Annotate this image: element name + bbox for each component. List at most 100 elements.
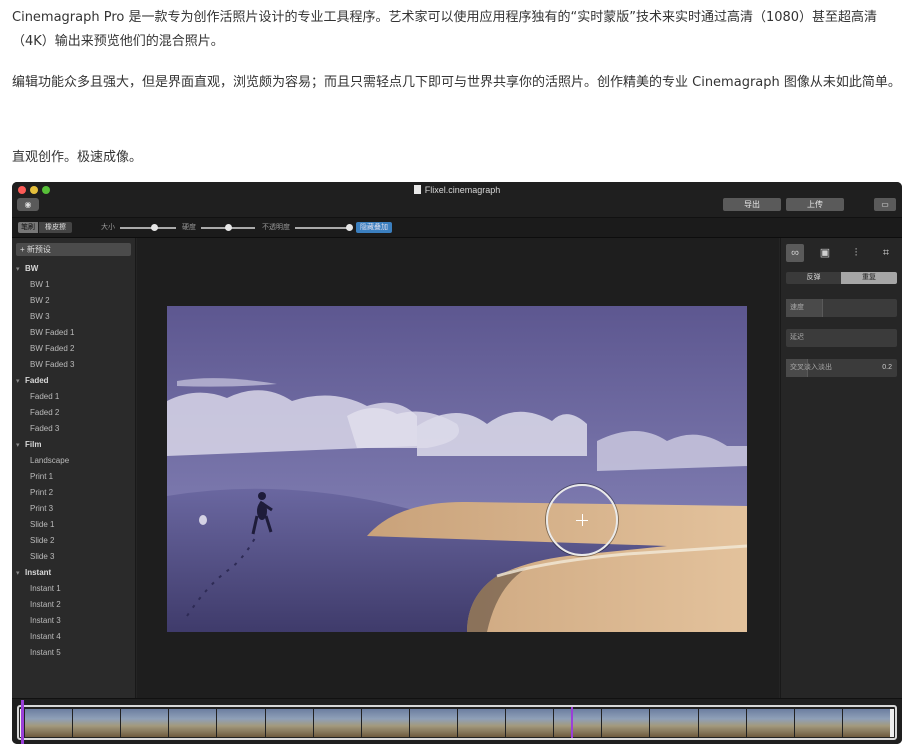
timeline-frame bbox=[25, 709, 73, 737]
chevron-down-icon[interactable]: ▾ bbox=[16, 374, 25, 390]
camera-icon: ◉ bbox=[24, 200, 32, 209]
timeline-frame bbox=[121, 709, 169, 737]
preset-item[interactable]: BW Faded 3 bbox=[12, 357, 136, 373]
chevron-down-icon[interactable]: ▾ bbox=[16, 438, 25, 454]
brush-toolbar: 笔刷 橡皮擦 大小 硬度 不透明度 隐藏叠加 bbox=[12, 218, 902, 238]
timeline-frame bbox=[650, 709, 698, 737]
export-button[interactable]: 导出 bbox=[723, 198, 781, 211]
playhead[interactable] bbox=[570, 707, 573, 738]
opacity-slider-knob[interactable] bbox=[345, 224, 353, 231]
crossfade-value: 0.2 bbox=[882, 364, 892, 371]
preset-item[interactable]: Slide 2 bbox=[12, 533, 136, 549]
timeline-frame bbox=[746, 709, 794, 737]
preset-group-label: BW bbox=[25, 264, 39, 273]
cinemagraph-photo[interactable] bbox=[167, 306, 747, 632]
timeline-frame bbox=[361, 709, 409, 737]
timeline-frame bbox=[554, 709, 602, 737]
preset-item[interactable]: Instant 4 bbox=[12, 629, 136, 645]
preset-group-bw[interactable]: ▾ BW bbox=[12, 261, 136, 277]
tagline-paragraph: 直观创作。极速成像。 bbox=[12, 150, 143, 165]
preset-sidebar: + 新预设 ▾ BW BW 1 BW 2 BW 3 BW Faded 1 BW Faded … bbox=[12, 238, 136, 698]
preset-item[interactable]: Slide 3 bbox=[12, 549, 136, 565]
preset-item[interactable]: Landscape bbox=[12, 453, 136, 469]
speed-slider[interactable]: 速度 bbox=[786, 299, 897, 317]
intro-paragraph: Cinemagraph Pro 是一款专为创作活照片设计的专业工具程序。艺术家可… bbox=[12, 10, 878, 49]
size-slider[interactable] bbox=[120, 227, 176, 229]
preset-item[interactable]: BW 1 bbox=[12, 277, 136, 293]
timeline-frame bbox=[842, 709, 890, 737]
delay-slider[interactable]: 延迟 bbox=[786, 329, 897, 347]
title-bar: Flixel.cinemagraph ◉ 导出 上传 ▭ bbox=[12, 182, 902, 218]
preset-item[interactable]: Print 1 bbox=[12, 469, 136, 485]
crop-icon[interactable]: ⌗ bbox=[877, 244, 895, 262]
preset-item[interactable]: Instant 3 bbox=[12, 613, 136, 629]
preset-group-film[interactable]: ▾ Film bbox=[12, 437, 136, 453]
features-paragraph: 编辑功能众多且强大，但是界面直观，浏览颇为容易；而且只需轻点几下即可与世界共享你… bbox=[12, 75, 901, 90]
loop-icon[interactable]: ∞ bbox=[786, 244, 804, 262]
preset-group-label: Instant bbox=[25, 568, 52, 577]
timeline-frame bbox=[457, 709, 506, 737]
opacity-slider[interactable] bbox=[295, 227, 349, 229]
repeat-mode-button[interactable]: 重复 bbox=[841, 272, 897, 284]
timeline[interactable] bbox=[12, 698, 902, 744]
preset-item[interactable]: Print 3 bbox=[12, 501, 136, 517]
preset-list: ▾ BW BW 1 BW 2 BW 3 BW Faded 1 BW Faded 2 BW Fa… bbox=[12, 261, 136, 661]
image-icon[interactable]: ▣ bbox=[816, 244, 834, 262]
preset-item[interactable]: BW 3 bbox=[12, 309, 136, 325]
timeline-frame bbox=[602, 709, 650, 737]
timeline-frame bbox=[169, 709, 217, 737]
preset-item[interactable]: BW 2 bbox=[12, 293, 136, 309]
loop-settings-panel: ∞ ▣ ⫶ ⌗ 反弹 重复 速度 延迟 交叉淡入淡出 0.2 bbox=[780, 238, 902, 698]
chevron-down-icon[interactable]: ▾ bbox=[16, 262, 25, 278]
hardness-slider-knob[interactable] bbox=[224, 224, 232, 231]
size-label: 大小 bbox=[101, 224, 115, 231]
preset-item[interactable]: BW Faded 1 bbox=[12, 325, 136, 341]
panel-layout-icon: ▭ bbox=[881, 200, 889, 209]
preset-item[interactable]: Faded 3 bbox=[12, 421, 136, 437]
preset-group-label: Film bbox=[25, 440, 42, 449]
panel-toggle-button[interactable]: ▭ bbox=[874, 198, 896, 211]
timeline-strip[interactable] bbox=[17, 705, 897, 740]
chevron-down-icon[interactable]: ▾ bbox=[16, 566, 25, 582]
preset-item[interactable]: Instant 1 bbox=[12, 581, 136, 597]
window-title-text: Flixel.cinemagraph bbox=[424, 185, 501, 195]
brush-tool-button[interactable]: 笔刷 bbox=[18, 222, 38, 233]
eraser-tool-button[interactable]: 橡皮擦 bbox=[39, 222, 72, 233]
app-window: Flixel.cinemagraph ◉ 导出 上传 ▭ 笔刷 橡皮擦 大小 硬… bbox=[12, 182, 902, 744]
crossfade-label: 交叉淡入淡出 bbox=[790, 364, 832, 371]
preset-item[interactable]: Slide 1 bbox=[12, 517, 136, 533]
preset-group-instant[interactable]: ▾ Instant bbox=[12, 565, 136, 581]
timeline-frame bbox=[794, 709, 842, 737]
opacity-label: 不透明度 bbox=[262, 224, 290, 231]
timeline-frame bbox=[265, 709, 313, 737]
timeline-frame bbox=[506, 709, 554, 737]
size-slider-knob[interactable] bbox=[151, 224, 159, 231]
delay-label: 延迟 bbox=[790, 334, 804, 341]
timeline-frame bbox=[73, 709, 121, 737]
timeline-frame bbox=[698, 709, 746, 737]
canvas-area[interactable] bbox=[137, 238, 779, 698]
timeline-frames bbox=[25, 709, 891, 737]
bounce-mode-button[interactable]: 反弹 bbox=[786, 272, 841, 284]
crossfade-slider[interactable]: 交叉淡入淡出 0.2 bbox=[786, 359, 897, 377]
trim-end-handle[interactable] bbox=[890, 709, 894, 737]
preset-item[interactable]: Instant 2 bbox=[12, 597, 136, 613]
new-preset-button[interactable]: + 新预设 bbox=[16, 243, 131, 256]
speed-label: 速度 bbox=[790, 304, 804, 311]
window-title: Flixel.cinemagraph bbox=[12, 185, 902, 195]
preset-item[interactable]: Instant 5 bbox=[12, 645, 136, 661]
preset-item[interactable]: Faded 1 bbox=[12, 389, 136, 405]
hide-overlay-button[interactable]: 隐藏叠加 bbox=[356, 222, 392, 233]
preset-item[interactable]: Print 2 bbox=[12, 485, 136, 501]
preset-group-faded[interactable]: ▾ Faded bbox=[12, 373, 136, 389]
beach-scene-image bbox=[167, 306, 747, 632]
preset-group-label: Faded bbox=[25, 376, 49, 385]
preset-item[interactable]: BW Faded 2 bbox=[12, 341, 136, 357]
upload-button[interactable]: 上传 bbox=[786, 198, 844, 211]
camera-button[interactable]: ◉ bbox=[17, 198, 39, 211]
adjustments-icon[interactable]: ⫶ bbox=[847, 244, 865, 262]
preset-item[interactable]: Faded 2 bbox=[12, 405, 136, 421]
hardness-label: 硬度 bbox=[182, 224, 196, 231]
document-icon bbox=[413, 185, 421, 194]
timeline-frame bbox=[217, 709, 265, 737]
